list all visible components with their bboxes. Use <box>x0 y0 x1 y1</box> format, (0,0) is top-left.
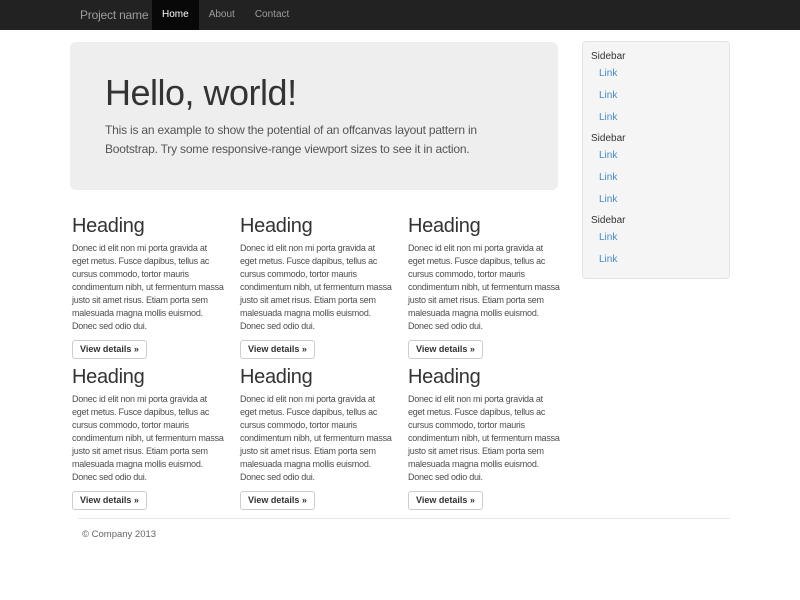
card: Heading Donec id elit non mi porta gravi… <box>408 365 566 510</box>
sidebar-group-title: Sidebar <box>583 51 729 63</box>
card: Heading Donec id elit non mi porta gravi… <box>408 214 566 359</box>
navbar: Project name Home About Contact <box>0 0 800 30</box>
card: Heading Donec id elit non mi porta gravi… <box>240 214 398 359</box>
card-heading: Heading <box>240 365 398 389</box>
card: Heading Donec id elit non mi porta gravi… <box>72 365 230 510</box>
card-body-text: Donec id elit non mi porta gravida at eg… <box>240 393 392 484</box>
jumbotron-title: Hello, world! <box>105 73 523 113</box>
view-details-button[interactable]: View details » <box>240 491 315 510</box>
view-details-button[interactable]: View details » <box>240 340 315 359</box>
sidebar-link[interactable]: Link <box>583 63 729 85</box>
card-body-text: Donec id elit non mi porta gravida at eg… <box>240 242 392 333</box>
card-body-text: Donec id elit non mi porta gravida at eg… <box>72 242 224 333</box>
footer-copyright: © Company 2013 <box>82 529 156 540</box>
view-details-button[interactable]: View details » <box>72 491 147 510</box>
view-details-button[interactable]: View details » <box>408 491 483 510</box>
sidebar-link[interactable]: Link <box>583 227 729 249</box>
sidebar-link[interactable]: Link <box>583 145 729 167</box>
view-details-button[interactable]: View details » <box>408 340 483 359</box>
navbar-brand[interactable]: Project name <box>80 0 148 30</box>
sidebar-link[interactable]: Link <box>583 189 729 211</box>
sidebar-group: Sidebar Link Link Link <box>583 133 729 211</box>
footer-divider <box>78 518 730 519</box>
nav-item-home[interactable]: Home <box>152 0 199 30</box>
jumbotron-description: This is an example to show the potential… <box>105 121 523 159</box>
nav-item-about[interactable]: About <box>199 0 245 30</box>
sidebar-link[interactable]: Link <box>583 249 729 271</box>
sidebar-link[interactable]: Link <box>583 85 729 107</box>
jumbotron: Hello, world! This is an example to show… <box>70 42 558 190</box>
card-heading: Heading <box>72 365 230 389</box>
card: Heading Donec id elit non mi porta gravi… <box>72 214 230 359</box>
sidebar-group-title: Sidebar <box>583 215 729 227</box>
sidebar-link[interactable]: Link <box>583 107 729 129</box>
view-details-button[interactable]: View details » <box>72 340 147 359</box>
sidebar: Sidebar Link Link Link Sidebar Link Link… <box>582 41 730 279</box>
sidebar-link[interactable]: Link <box>583 167 729 189</box>
card: Heading Donec id elit non mi porta gravi… <box>240 365 398 510</box>
card-body-text: Donec id elit non mi porta gravida at eg… <box>72 393 224 484</box>
card-heading: Heading <box>72 214 230 238</box>
sidebar-group-title: Sidebar <box>583 133 729 145</box>
navbar-menu: Home About Contact <box>152 0 299 30</box>
sidebar-group: Sidebar Link Link <box>583 215 729 271</box>
card-body-text: Donec id elit non mi porta gravida at eg… <box>408 242 560 333</box>
sidebar-group: Sidebar Link Link Link <box>583 51 729 129</box>
card-body-text: Donec id elit non mi porta gravida at eg… <box>408 393 560 484</box>
card-heading: Heading <box>240 214 398 238</box>
card-heading: Heading <box>408 365 566 389</box>
card-heading: Heading <box>408 214 566 238</box>
nav-item-contact[interactable]: Contact <box>245 0 299 30</box>
